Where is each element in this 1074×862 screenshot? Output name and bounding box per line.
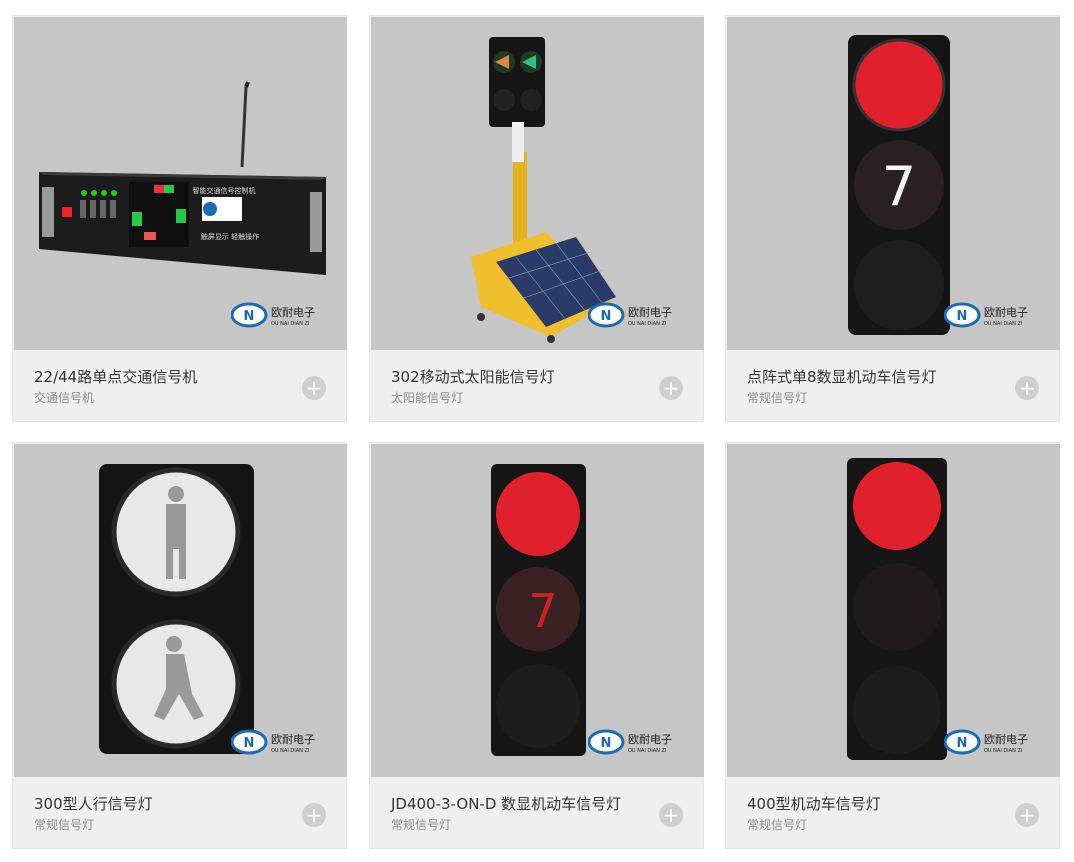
brand-logo-mark: N 欧耐电子 OU NAI DIAN ZI bbox=[231, 302, 315, 328]
logo-letter: N bbox=[601, 309, 612, 324]
logo-brand-text: 欧耐电子 bbox=[628, 306, 672, 319]
brand-logo: N 欧耐电子 OU NAI DIAN ZI bbox=[231, 302, 329, 328]
logo-brand-text: 欧耐电子 bbox=[984, 306, 1028, 319]
product-category[interactable]: 交通信号机 bbox=[34, 389, 94, 406]
product-category[interactable]: 常规信号灯 bbox=[747, 816, 807, 833]
product-title[interactable]: 点阵式单8数显机动车信号灯 bbox=[747, 366, 937, 387]
brand-logo: N 欧耐电子 OU NAI DIAN ZI bbox=[944, 302, 1042, 328]
logo-letter: N bbox=[601, 736, 612, 751]
logo-brand-sub: OU NAI DIAN ZI bbox=[271, 321, 309, 327]
countdown-signal-icon: 7 bbox=[848, 35, 950, 335]
logo-letter: N bbox=[957, 309, 968, 324]
logo-brand-sub: OU NAI DIAN ZI bbox=[984, 748, 1022, 754]
brand-logo-mark: N 欧耐电子 OU NAI DIAN ZI bbox=[588, 302, 672, 328]
logo-brand-sub: OU NAI DIAN ZI bbox=[271, 748, 309, 754]
logo-letter: N bbox=[244, 736, 255, 751]
logo-brand-text: 欧耐电子 bbox=[271, 733, 315, 746]
logo-letter: N bbox=[957, 736, 968, 751]
brand-logo: N 欧耐电子 OU NAI DIAN ZI bbox=[588, 302, 686, 328]
product-title[interactable]: 302移动式太阳能信号灯 bbox=[391, 366, 555, 387]
add-button[interactable]: + bbox=[1015, 803, 1039, 827]
product-title[interactable]: 300型人行信号灯 bbox=[34, 793, 153, 814]
brand-logo: N 欧耐电子 OU NAI DIAN ZI bbox=[231, 729, 329, 755]
add-button[interactable]: + bbox=[302, 376, 326, 400]
logo-brand-sub: OU NAI DIAN ZI bbox=[628, 748, 666, 754]
controller-footer: 触屏显示 轻触操作 bbox=[201, 232, 259, 241]
product-card[interactable]: 7 N 欧耐电子 OU NAI DIAN ZI 点阵式单8数显机动车信号灯 常规信号… bbox=[725, 15, 1060, 422]
product-category[interactable]: 常规信号灯 bbox=[747, 389, 807, 406]
product-image[interactable]: N 欧耐电子 OU NAI DIAN ZI bbox=[727, 444, 1060, 777]
product-card[interactable]: N 欧耐电子 OU NAI DIAN ZI 302移动式太阳能信号灯 太阳能信号灯 … bbox=[369, 15, 704, 422]
product-title[interactable]: JD400-3-ON-D 数显机动车信号灯 bbox=[391, 793, 621, 814]
pedestrian-signal-icon bbox=[99, 464, 254, 754]
product-category[interactable]: 常规信号灯 bbox=[391, 816, 451, 833]
logo-brand-text: 欧耐电子 bbox=[984, 733, 1028, 746]
logo-brand-sub: OU NAI DIAN ZI bbox=[628, 321, 666, 327]
brand-logo-mark: N 欧耐电子 OU NAI DIAN ZI bbox=[944, 302, 1028, 328]
add-button[interactable]: + bbox=[302, 803, 326, 827]
product-title[interactable]: 400型机动车信号灯 bbox=[747, 793, 881, 814]
brand-logo: N 欧耐电子 OU NAI DIAN ZI bbox=[588, 729, 686, 755]
brand-logo-mark: N 欧耐电子 OU NAI DIAN ZI bbox=[588, 729, 672, 755]
logo-brand-text: 欧耐电子 bbox=[271, 306, 315, 319]
vehicle-signal-icon bbox=[847, 458, 947, 760]
add-button[interactable]: + bbox=[659, 803, 683, 827]
brand-logo: N 欧耐电子 OU NAI DIAN ZI bbox=[944, 729, 1042, 755]
add-button[interactable]: + bbox=[659, 376, 683, 400]
solar-mobile-signal-icon bbox=[471, 37, 616, 343]
product-image[interactable]: 智能交通信号控制机 触屏显示 轻触操作 N 欧耐电子 OU NAI DIAN ZI bbox=[14, 17, 347, 350]
product-image[interactable]: 7 N 欧耐电子 OU NAI DIAN ZI bbox=[371, 444, 704, 777]
product-card[interactable]: 7 N 欧耐电子 OU NAI DIAN ZI JD400-3-ON-D 数显机动车… bbox=[369, 442, 704, 849]
product-card[interactable]: N 欧耐电子 OU NAI DIAN ZI 400型机动车信号灯 常规信号灯 + bbox=[725, 442, 1060, 849]
countdown-digit: 7 bbox=[882, 155, 916, 218]
product-card[interactable]: N 欧耐电子 OU NAI DIAN ZI 300型人行信号灯 常规信号灯 + bbox=[12, 442, 347, 849]
add-button[interactable]: + bbox=[1015, 376, 1039, 400]
logo-brand-text: 欧耐电子 bbox=[628, 733, 672, 746]
controller-header: 智能交通信号控制机 bbox=[193, 186, 256, 195]
countdown-digit-dim: 7 bbox=[528, 584, 557, 638]
signal-controller-icon: 智能交通信号控制机 触屏显示 轻触操作 bbox=[39, 81, 326, 275]
brand-logo-mark: N 欧耐电子 OU NAI DIAN ZI bbox=[944, 729, 1028, 755]
logo-brand-sub: OU NAI DIAN ZI bbox=[984, 321, 1022, 327]
product-category[interactable]: 常规信号灯 bbox=[34, 816, 94, 833]
logo-letter: N bbox=[244, 309, 255, 324]
digital-signal-icon: 7 bbox=[491, 464, 586, 756]
product-image[interactable]: N 欧耐电子 OU NAI DIAN ZI bbox=[14, 444, 347, 777]
product-category[interactable]: 太阳能信号灯 bbox=[391, 389, 463, 406]
product-image[interactable]: N 欧耐电子 OU NAI DIAN ZI bbox=[371, 17, 704, 350]
brand-logo-mark: N 欧耐电子 OU NAI DIAN ZI bbox=[231, 729, 315, 755]
product-card[interactable]: 智能交通信号控制机 触屏显示 轻触操作 N 欧耐电子 OU NAI DIAN ZI … bbox=[12, 15, 347, 422]
product-title[interactable]: 22/44路单点交通信号机 bbox=[34, 366, 197, 387]
product-image[interactable]: 7 N 欧耐电子 OU NAI DIAN ZI bbox=[727, 17, 1060, 350]
